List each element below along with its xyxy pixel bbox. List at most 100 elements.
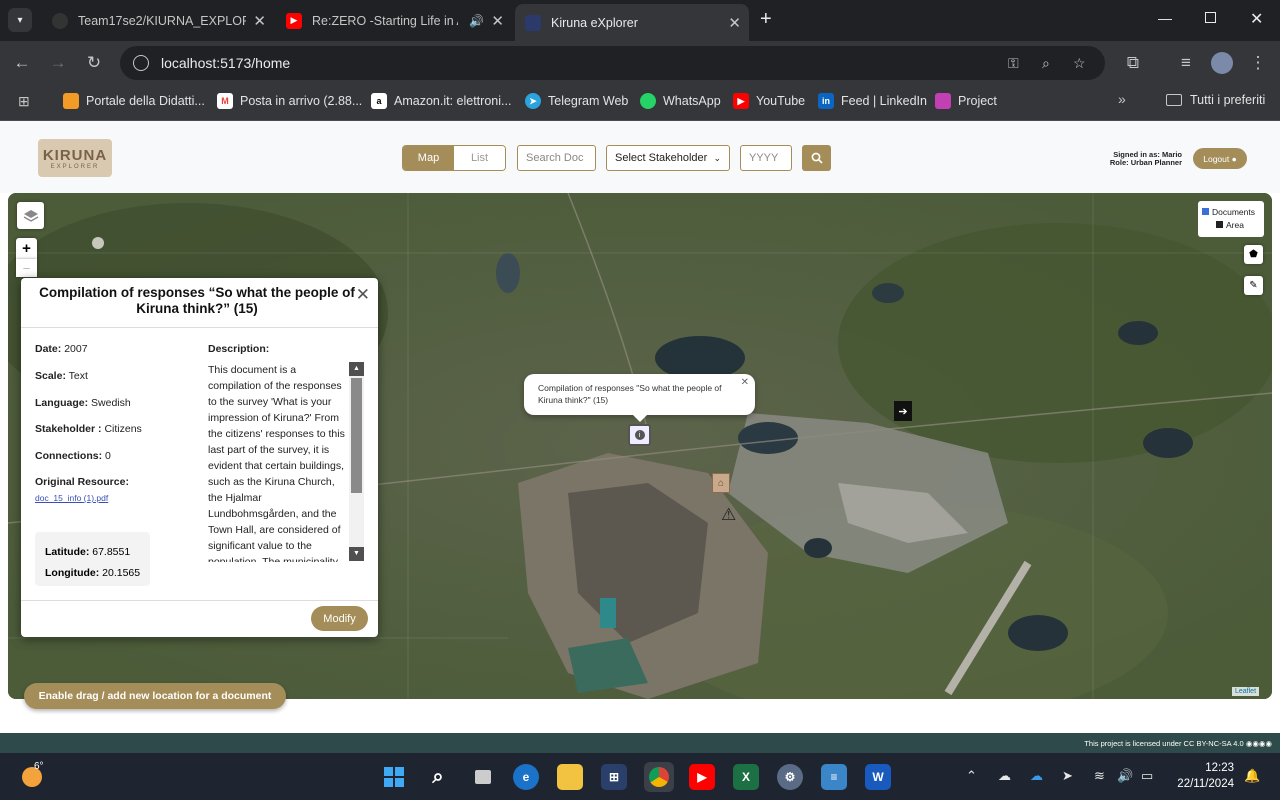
bookmark-portale[interactable]: Portale della Didatti... bbox=[63, 93, 205, 109]
checkbox-checked-icon[interactable] bbox=[1202, 208, 1209, 215]
kiruna-logo[interactable]: KIRUNA EXPLORER bbox=[38, 139, 112, 177]
map-legend: Documents Area bbox=[1198, 201, 1264, 237]
close-window-icon[interactable]: ✕ bbox=[1250, 9, 1263, 29]
clock[interactable]: 12:23 22/11/2024 bbox=[1172, 760, 1234, 792]
media-control-icon[interactable]: ≡ bbox=[1176, 53, 1196, 73]
modal-close-icon[interactable]: ✕ bbox=[356, 285, 370, 305]
stakeholder-label: Stakeholder : bbox=[35, 423, 102, 435]
apps-grid-icon[interactable]: ⊞ bbox=[18, 93, 30, 110]
close-tab-icon[interactable]: ✕ bbox=[491, 12, 504, 30]
modify-button[interactable]: Modify bbox=[311, 606, 368, 631]
new-tab-icon[interactable]: + bbox=[760, 8, 772, 31]
notification-bell-icon[interactable]: 🔔 bbox=[1244, 768, 1260, 784]
map-attribution[interactable]: Leaflet bbox=[1232, 687, 1260, 696]
speaker-icon[interactable]: 🔊 bbox=[469, 14, 484, 28]
popup-close-icon[interactable]: ✕ bbox=[741, 377, 749, 389]
list-view-button[interactable]: List bbox=[454, 146, 505, 170]
description-heading: Description: bbox=[208, 343, 269, 355]
battery-icon[interactable]: ▭ bbox=[1141, 768, 1153, 784]
volume-icon[interactable]: 🔊 bbox=[1117, 768, 1133, 784]
chrome-icon[interactable] bbox=[644, 762, 674, 792]
edge-icon[interactable]: e bbox=[513, 764, 539, 790]
document-marker-selected[interactable]: i bbox=[628, 424, 651, 446]
tab-github[interactable]: Team17se2/KIURNA_EXPLORER ✕ bbox=[42, 6, 274, 35]
tab-youtube[interactable]: ▶ Re:ZERO -Starting Life in An 🔊 ✕ bbox=[276, 6, 512, 35]
onedrive-blue-icon[interactable]: ☁ bbox=[1030, 768, 1043, 784]
notepad-icon[interactable]: ≡ bbox=[821, 764, 847, 790]
year-input[interactable]: YYYY bbox=[740, 145, 792, 171]
menu-dots-icon[interactable]: ⋮ bbox=[1248, 53, 1268, 73]
excel-icon[interactable]: X bbox=[733, 764, 759, 790]
password-key-icon[interactable]: ⚿ bbox=[1008, 55, 1019, 72]
layers-button[interactable] bbox=[17, 202, 44, 229]
onedrive-icon[interactable]: ☁ bbox=[998, 768, 1011, 784]
enable-drag-button[interactable]: Enable drag / add new location for a doc… bbox=[24, 683, 286, 709]
file-explorer-icon[interactable] bbox=[557, 764, 583, 790]
bookmark-linkedin[interactable]: in Feed | LinkedIn bbox=[818, 93, 927, 109]
map-view-button[interactable]: Map bbox=[403, 146, 454, 170]
store-icon[interactable]: ⊞ bbox=[601, 764, 627, 790]
bookmark-gmail[interactable]: M Posta in arrivo (2.88... bbox=[217, 93, 362, 109]
info-icon: i bbox=[634, 430, 645, 440]
house-icon: ⌂ bbox=[717, 477, 725, 489]
search-button[interactable] bbox=[802, 145, 831, 171]
search-doc-input[interactable]: Search Doc bbox=[517, 145, 596, 171]
tray-chevron-icon[interactable]: ⌃ bbox=[966, 768, 977, 784]
taskbar-search-icon[interactable]: ⌕ bbox=[425, 764, 451, 790]
reload-icon[interactable]: ↻ bbox=[84, 53, 104, 73]
tab-search-icon[interactable]: ▾ bbox=[8, 8, 32, 32]
scroll-down-icon[interactable]: ▼ bbox=[349, 547, 364, 561]
document-marker[interactable]: ➔ bbox=[894, 401, 912, 421]
bookmark-star-icon[interactable]: ☆ bbox=[1073, 55, 1086, 72]
draw-polygon-button[interactable]: ⬟ bbox=[1244, 245, 1263, 264]
bookmark-amazon[interactable]: a Amazon.it: elettroni... bbox=[371, 93, 511, 109]
warning-marker-icon[interactable]: ⚠ bbox=[721, 505, 736, 525]
word-icon[interactable]: W bbox=[865, 764, 891, 790]
profile-avatar[interactable] bbox=[1211, 52, 1233, 74]
description-scrollbar[interactable]: ▲ ▼ bbox=[349, 362, 364, 561]
bookmark-youtube[interactable]: ▶ YouTube bbox=[733, 93, 805, 109]
bookmark-telegram[interactable]: ➤ Telegram Web bbox=[525, 93, 628, 109]
browser-toolbar: ← → ↻ localhost:5173/home ⚿ ⌕ ☆ ⧉ ≡ ⋮ bbox=[0, 41, 1280, 85]
legend-documents[interactable]: Documents bbox=[1202, 206, 1264, 219]
description-text: This document is a compilation of the re… bbox=[208, 364, 345, 562]
zoom-in-button[interactable]: + bbox=[16, 238, 37, 259]
site-info-icon[interactable] bbox=[133, 55, 149, 71]
bookmark-project[interactable]: Project bbox=[935, 93, 997, 109]
minimize-icon[interactable]: — bbox=[1158, 10, 1172, 26]
scroll-up-icon[interactable]: ▲ bbox=[349, 362, 364, 376]
back-icon[interactable]: ← bbox=[12, 53, 32, 73]
zoom-icon[interactable]: ⌕ bbox=[1042, 55, 1050, 72]
clock-date: 22/11/2024 bbox=[1177, 778, 1234, 790]
forward-icon[interactable]: → bbox=[48, 53, 68, 73]
scroll-thumb[interactable] bbox=[351, 378, 362, 493]
all-bookmarks-folder[interactable]: Tutti i preferiti bbox=[1166, 93, 1265, 107]
task-view-icon[interactable] bbox=[470, 764, 496, 790]
maximize-icon[interactable] bbox=[1205, 12, 1216, 23]
edit-layers-button[interactable]: ✎ bbox=[1244, 276, 1263, 295]
wifi-icon[interactable]: ≋ bbox=[1094, 768, 1105, 784]
close-tab-icon[interactable]: ✕ bbox=[253, 12, 266, 30]
address-bar[interactable]: localhost:5173/home ⚿ ⌕ ☆ bbox=[120, 46, 1105, 80]
modal-footer-divider bbox=[21, 600, 378, 601]
legend-area[interactable]: Area bbox=[1202, 219, 1264, 232]
date-label: Date: bbox=[35, 343, 62, 355]
extensions-icon[interactable]: ⧉ bbox=[1123, 53, 1143, 73]
windows-icon bbox=[384, 767, 404, 787]
bookmark-whatsapp[interactable]: WhatsApp bbox=[640, 93, 721, 109]
youtube-app-icon[interactable]: ▶ bbox=[689, 764, 715, 790]
close-tab-icon[interactable]: ✕ bbox=[728, 14, 741, 32]
language-label: Language: bbox=[35, 397, 89, 409]
resource-link[interactable]: doc_15_info (1).pdf bbox=[35, 493, 108, 503]
bookmark-label: Posta in arrivo (2.88... bbox=[240, 94, 363, 108]
clock-time: 12:23 bbox=[1205, 762, 1234, 774]
stakeholder-select[interactable]: Select Stakeholder ⌄ bbox=[606, 145, 730, 171]
logout-button[interactable]: Logout ● bbox=[1193, 148, 1247, 169]
settings-icon[interactable]: ⚙ bbox=[777, 764, 803, 790]
tab-kiruna[interactable]: Kiruna eXplorer ✕ bbox=[515, 4, 749, 41]
more-bookmarks-icon[interactable]: » bbox=[1118, 91, 1126, 107]
zoom-out-button[interactable]: − bbox=[16, 259, 37, 277]
start-button[interactable] bbox=[381, 764, 407, 790]
location-icon[interactable]: ➤ bbox=[1062, 768, 1073, 784]
document-marker[interactable]: ⌂ bbox=[712, 473, 730, 493]
